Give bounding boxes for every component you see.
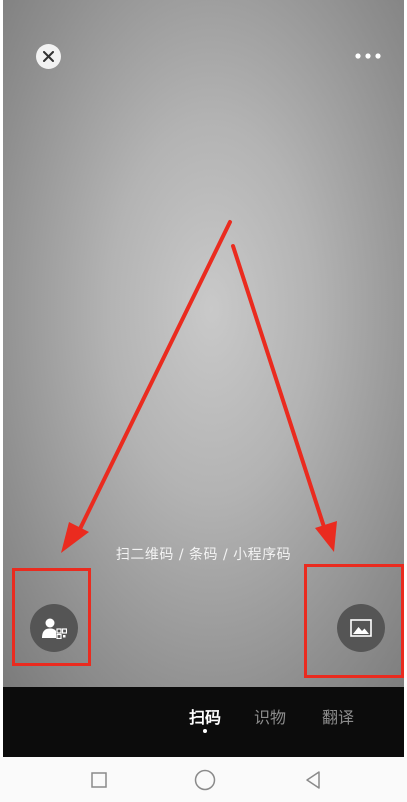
my-qr-code-button[interactable] bbox=[30, 604, 78, 652]
system-navigation-bar bbox=[0, 757, 407, 802]
album-button[interactable] bbox=[337, 604, 385, 652]
square-recent-icon bbox=[91, 772, 107, 788]
circle-home-icon bbox=[194, 769, 216, 791]
tab-translate[interactable]: 翻译 bbox=[322, 704, 354, 728]
my-qr-code-icon bbox=[42, 618, 67, 639]
tab-identify-object[interactable]: 识物 bbox=[254, 704, 286, 728]
album-icon bbox=[350, 619, 372, 637]
tab-scan-code[interactable]: 扫码 bbox=[189, 704, 221, 728]
annotation-arrow-left bbox=[75, 220, 232, 537]
active-tab-indicator bbox=[203, 729, 207, 733]
back-button[interactable] bbox=[302, 769, 324, 791]
annotation-arrow-right bbox=[231, 244, 327, 532]
scan-hint-text: 扫二维码 / 条码 / 小程序码 bbox=[115, 547, 292, 563]
home-button[interactable] bbox=[194, 769, 216, 791]
scan-mode-bar: 扫码 识物 翻译 bbox=[3, 687, 404, 757]
triangle-back-icon bbox=[306, 771, 320, 789]
recent-apps-button[interactable] bbox=[88, 769, 110, 791]
camera-viewfinder: 扫二维码 / 条码 / 小程序码 bbox=[3, 0, 404, 687]
